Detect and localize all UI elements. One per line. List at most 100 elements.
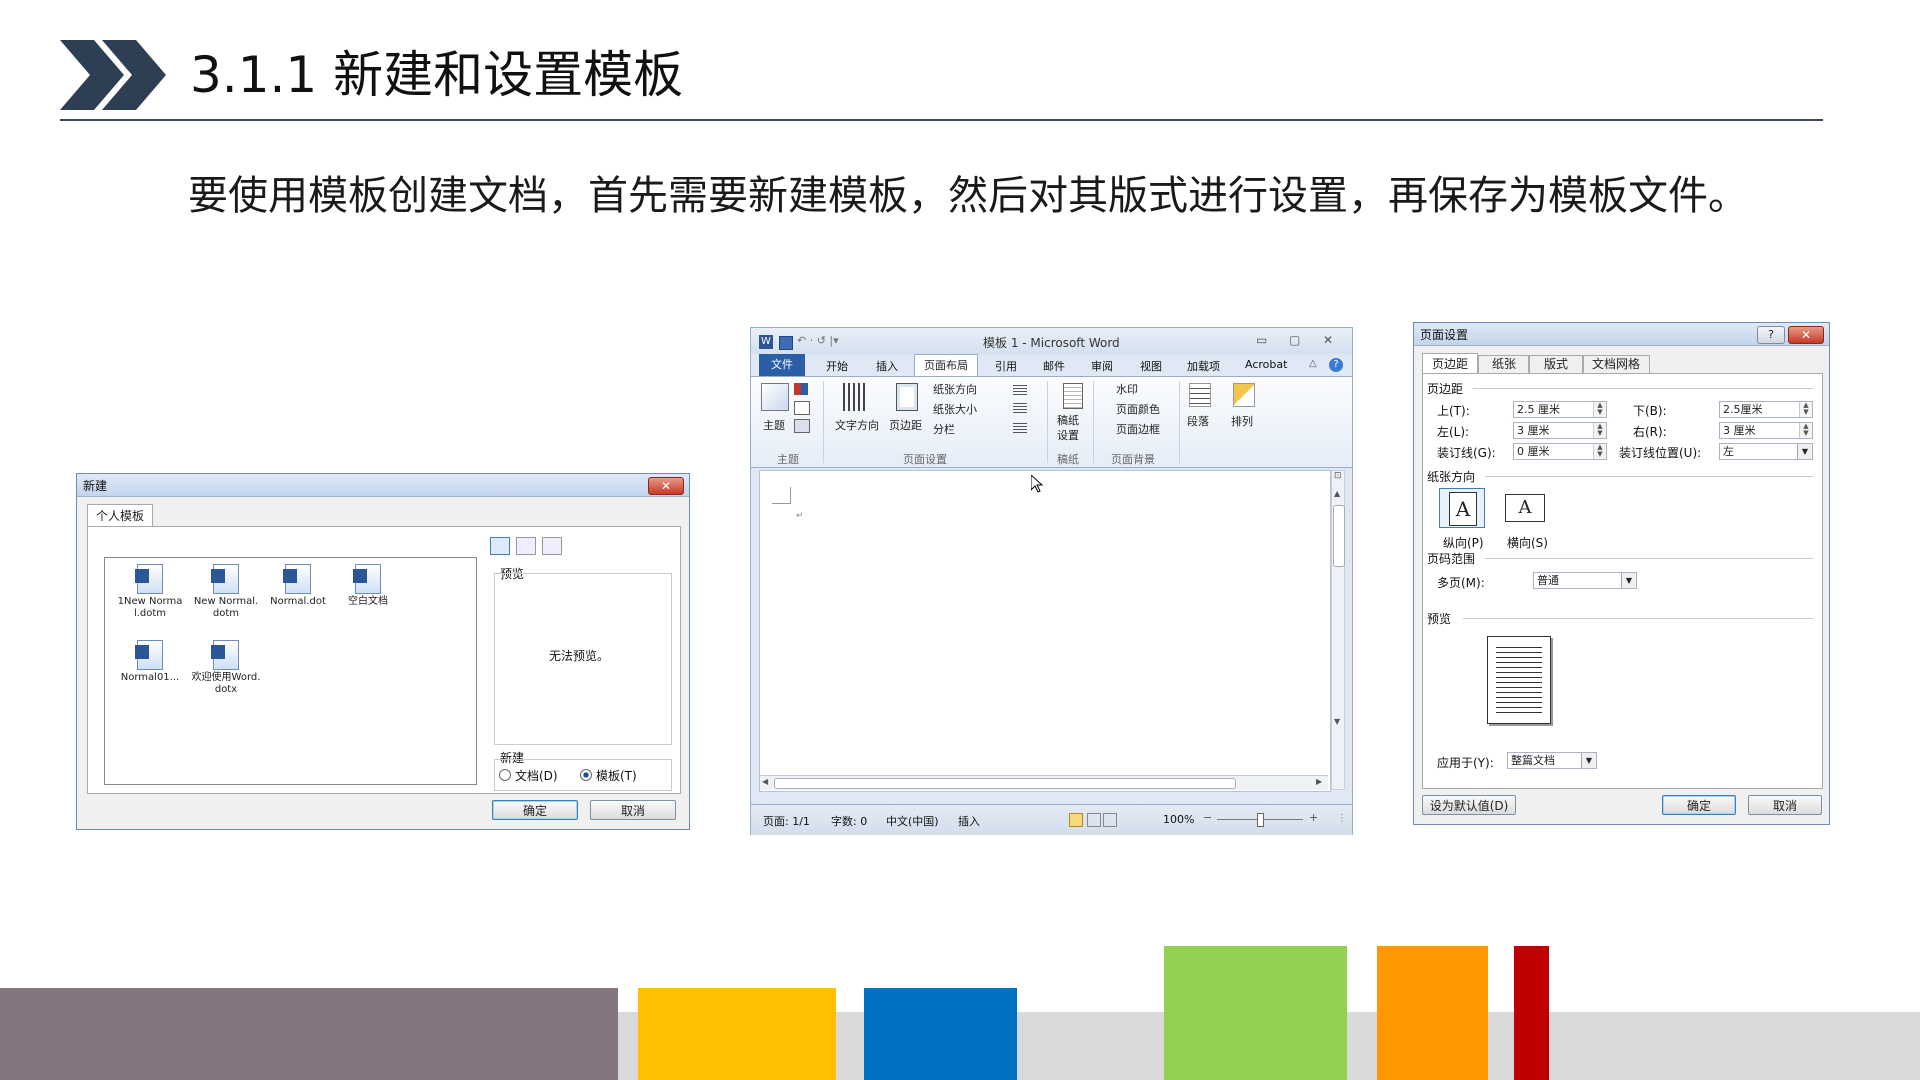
- template-item[interactable]: 空白文档: [333, 564, 403, 634]
- web-layout-view-icon[interactable]: [1103, 813, 1117, 827]
- theme-fonts-icon[interactable]: [794, 401, 810, 415]
- text-direction-icon[interactable]: [843, 383, 865, 411]
- horizontal-scroll-thumb[interactable]: [774, 778, 1236, 789]
- paper-icon[interactable]: [1063, 383, 1083, 409]
- multiple-pages-select[interactable]: 普通 ▼: [1533, 572, 1637, 589]
- tab-view[interactable]: 视图: [1140, 358, 1162, 374]
- bottom-spinner-icon[interactable]: ▲ ▼: [1799, 402, 1812, 417]
- large-icons-icon[interactable]: [490, 537, 510, 555]
- zoom-slider-thumb[interactable]: [1257, 813, 1264, 827]
- theme-icon[interactable]: [761, 383, 789, 411]
- reading-view-icon[interactable]: [1087, 813, 1101, 827]
- gutter-input[interactable]: 0 厘米 ▲ ▼: [1513, 443, 1607, 460]
- ok-button[interactable]: 确定: [1662, 795, 1736, 815]
- columns-button[interactable]: 分栏: [933, 421, 955, 437]
- close-icon[interactable]: ✕: [1788, 326, 1824, 344]
- template-item[interactable]: New Normal.dotm: [191, 564, 261, 634]
- minimize-icon[interactable]: ▭: [1256, 333, 1267, 347]
- list-view-icon[interactable]: [516, 537, 536, 555]
- tab-addins[interactable]: 加载项: [1187, 358, 1220, 374]
- arrange-button[interactable]: 排列: [1231, 413, 1253, 429]
- bottom-margin-input[interactable]: 2.5厘米 ▲ ▼: [1719, 401, 1813, 418]
- size-button[interactable]: 纸张大小: [933, 401, 977, 417]
- vertical-scrollbar[interactable]: ⊡ ▲ ▼: [1331, 470, 1345, 790]
- close-icon[interactable]: ✕: [648, 477, 684, 495]
- maximize-icon[interactable]: ▢: [1289, 333, 1300, 347]
- tab-layout[interactable]: 版式: [1528, 355, 1584, 373]
- arrange-icon[interactable]: [1233, 383, 1255, 407]
- gutter-position-select[interactable]: 左 ▼: [1719, 443, 1813, 460]
- tab-review[interactable]: 审阅: [1091, 358, 1113, 374]
- tab-references[interactable]: 引用: [995, 358, 1017, 374]
- hyphenation-icon[interactable]: [1013, 423, 1027, 433]
- gutter-spinner-icon[interactable]: ▲ ▼: [1593, 444, 1606, 459]
- chevron-down-icon[interactable]: ▼: [1621, 573, 1636, 588]
- radio-document[interactable]: [499, 769, 511, 781]
- tab-insert[interactable]: 插入: [876, 358, 898, 374]
- paragraph-icon[interactable]: [1189, 383, 1211, 407]
- tab-home[interactable]: 开始: [826, 358, 848, 374]
- resize-grip-icon[interactable]: ⋮: [1337, 813, 1347, 824]
- tab-paper[interactable]: 纸张: [1478, 355, 1530, 373]
- help-icon[interactable]: ?: [1757, 326, 1785, 344]
- scroll-up-icon[interactable]: ▲: [1334, 489, 1340, 498]
- page-color-button[interactable]: 页面颜色: [1116, 401, 1160, 417]
- status-zoom[interactable]: 100%: [1163, 813, 1194, 826]
- paper-setting-button[interactable]: 稿纸 设置: [1057, 413, 1079, 443]
- horizontal-scrollbar[interactable]: ◀ ▶: [760, 775, 1328, 790]
- status-page[interactable]: 页面: 1/1: [763, 813, 810, 829]
- details-view-icon[interactable]: [542, 537, 562, 555]
- radio-template[interactable]: [580, 769, 592, 781]
- margins-icon[interactable]: [896, 383, 918, 411]
- close-icon[interactable]: ✕: [1323, 333, 1333, 347]
- portrait-option[interactable]: A: [1439, 488, 1485, 528]
- template-item[interactable]: Normal.dot: [263, 564, 333, 634]
- cancel-button[interactable]: 取消: [590, 800, 676, 820]
- tab-personal-templates[interactable]: 个人模板: [87, 504, 154, 527]
- tab-margins[interactable]: 页边距: [1422, 353, 1478, 374]
- template-item[interactable]: 欢迎使用Word.dotx: [191, 640, 261, 710]
- template-item[interactable]: 1New Normal.dotm: [115, 564, 185, 634]
- status-insert[interactable]: 插入: [958, 813, 980, 829]
- print-layout-view-icon[interactable]: [1069, 813, 1083, 827]
- zoom-in-icon[interactable]: +: [1309, 811, 1318, 824]
- text-direction-button[interactable]: 文字方向: [835, 417, 879, 433]
- left-spinner-icon[interactable]: ▲ ▼: [1593, 423, 1606, 438]
- tab-page-layout[interactable]: 页面布局: [914, 354, 978, 376]
- theme-button[interactable]: 主题: [763, 417, 785, 433]
- cancel-button[interactable]: 取消: [1748, 795, 1822, 815]
- template-item[interactable]: Normal01...: [115, 640, 185, 710]
- zoom-out-icon[interactable]: −: [1203, 811, 1212, 824]
- right-spinner-icon[interactable]: ▲ ▼: [1799, 423, 1812, 438]
- set-default-button[interactable]: 设为默认值(D): [1422, 795, 1516, 815]
- top-margin-input[interactable]: 2.5 厘米 ▲ ▼: [1513, 401, 1607, 418]
- line-numbers-icon[interactable]: [1013, 403, 1027, 413]
- tab-mailings[interactable]: 邮件: [1043, 358, 1065, 374]
- save-icon[interactable]: [779, 336, 793, 350]
- right-margin-input[interactable]: 3 厘米 ▲ ▼: [1719, 422, 1813, 439]
- page-border-button[interactable]: 页面边框: [1116, 421, 1160, 437]
- paragraph-button[interactable]: 段落: [1187, 413, 1209, 429]
- tab-doc-grid[interactable]: 文档网格: [1582, 355, 1650, 373]
- theme-effects-icon[interactable]: [794, 419, 810, 433]
- ok-button[interactable]: 确定: [492, 800, 578, 820]
- chevron-down-icon[interactable]: ▼: [1581, 753, 1596, 768]
- orientation-button[interactable]: 纸张方向: [933, 381, 977, 397]
- tab-acrobat[interactable]: Acrobat: [1245, 358, 1287, 371]
- status-words[interactable]: 字数: 0: [831, 813, 867, 829]
- apply-to-select[interactable]: 整篇文档 ▼: [1507, 752, 1597, 769]
- ribbon-collapse-icon[interactable]: △: [1309, 358, 1317, 369]
- scroll-right-icon[interactable]: ▶: [1316, 777, 1322, 786]
- scroll-left-icon[interactable]: ◀: [762, 777, 768, 786]
- vertical-scroll-thumb[interactable]: [1333, 505, 1345, 567]
- quick-access-glyphs[interactable]: ↶ · ↺ |▾: [797, 334, 839, 347]
- tab-file[interactable]: 文件: [759, 354, 805, 376]
- breaks-icon[interactable]: [1013, 385, 1027, 395]
- ruler-toggle-icon[interactable]: ⊡: [1334, 471, 1342, 481]
- margins-button[interactable]: 页边距: [889, 417, 922, 433]
- left-margin-input[interactable]: 3 厘米 ▲ ▼: [1513, 422, 1607, 439]
- top-spinner-icon[interactable]: ▲ ▼: [1593, 402, 1606, 417]
- scroll-down-icon[interactable]: ▼: [1334, 717, 1340, 726]
- status-language[interactable]: 中文(中国): [886, 813, 939, 829]
- help-icon[interactable]: ?: [1329, 358, 1343, 372]
